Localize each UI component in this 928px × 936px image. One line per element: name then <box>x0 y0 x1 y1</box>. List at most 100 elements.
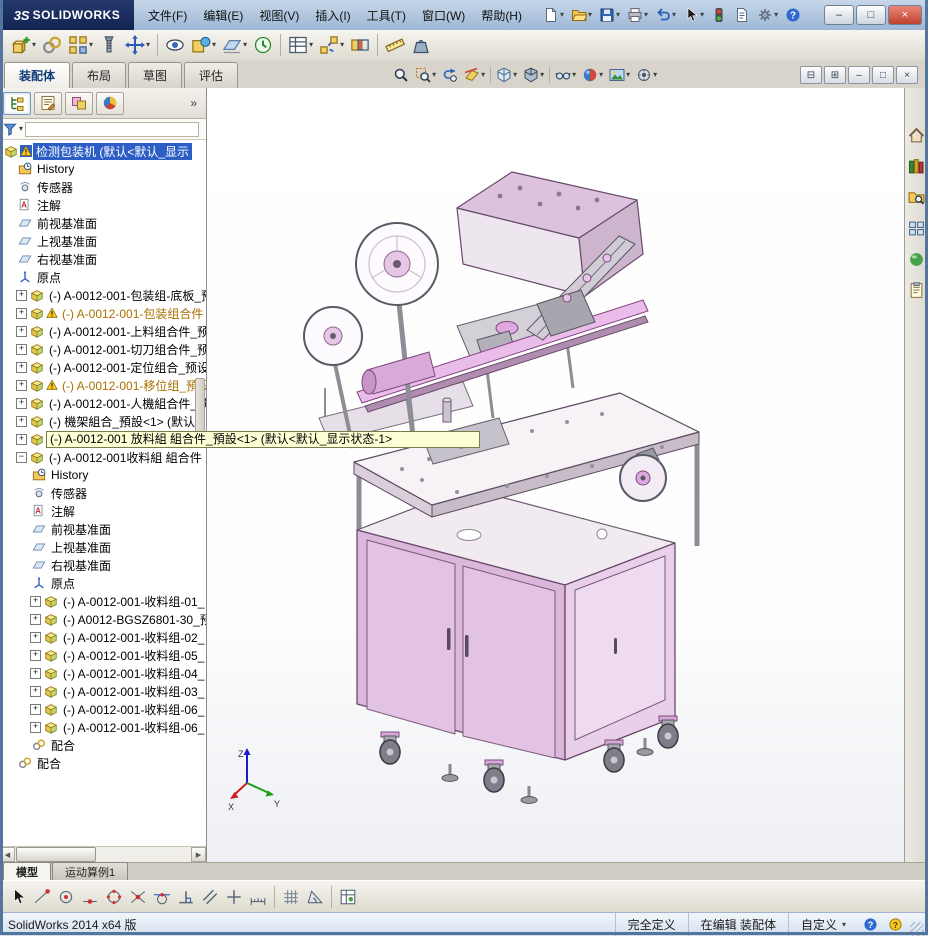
linear-component-pattern-button[interactable]: ▾ <box>65 32 96 58</box>
zoom-fit-button[interactable] <box>390 64 412 86</box>
tree-row[interactable]: +(-) A-0012-001-定位组合_预设 <box>0 358 206 376</box>
tree-row[interactable]: 传感器 <box>0 178 206 196</box>
tree-row[interactable]: +(-) A-0012-001-收料组-04_ <box>0 664 206 682</box>
doc-minimize-button[interactable]: – <box>848 66 870 84</box>
tree-row[interactable]: History <box>0 466 206 484</box>
section-view-button[interactable]: ▾ <box>461 64 488 86</box>
status-custom-dropdown[interactable]: 自定义 ▾ <box>788 913 858 936</box>
print-button[interactable]: ▾ <box>624 4 651 26</box>
command-tab-0[interactable]: 装配体 <box>4 62 70 88</box>
view-settings-button[interactable]: ▾ <box>633 64 660 86</box>
expand-icon[interactable]: + <box>16 416 27 427</box>
tree-row[interactable]: 上视基准面 <box>0 538 206 556</box>
intersection-snap-button[interactable] <box>126 885 150 909</box>
custom-properties-button[interactable] <box>905 279 928 302</box>
command-tab-2[interactable]: 草图 <box>128 62 182 88</box>
expand-icon[interactable]: + <box>16 308 27 319</box>
propertymanager-tab[interactable] <box>34 92 62 115</box>
menu-item-3[interactable]: 插入(I) <box>307 4 358 27</box>
reference-geometry-button[interactable]: ▾ <box>219 32 250 58</box>
tree-row[interactable]: 上视基准面 <box>0 232 206 250</box>
bill-of-materials-button[interactable]: ▾ <box>285 32 316 58</box>
open-folder-button[interactable]: ▾ <box>568 4 595 26</box>
help-button[interactable]: ? <box>782 4 804 26</box>
view-palette-button[interactable] <box>905 217 928 240</box>
doc-tab-0[interactable]: 模型 <box>3 862 51 881</box>
filter-caret-icon[interactable]: ▾ <box>19 125 23 133</box>
scroll-left-arrow[interactable]: ◀ <box>0 847 15 862</box>
tree-row[interactable]: 原点 <box>0 574 206 592</box>
expand-icon[interactable]: + <box>30 596 41 607</box>
expand-icon[interactable]: + <box>16 434 27 445</box>
hide-show-items-button[interactable]: ▾ <box>552 64 579 86</box>
menu-item-6[interactable]: 帮助(H) <box>473 4 530 27</box>
tree-row[interactable]: A注解 <box>0 502 206 520</box>
interference-detection-button[interactable] <box>347 32 373 58</box>
file-explorer-button[interactable] <box>905 186 928 209</box>
tree-row[interactable]: 前视基准面 <box>0 214 206 232</box>
perpendicular-snap-button[interactable] <box>174 885 198 909</box>
expand-icon[interactable]: + <box>16 326 27 337</box>
command-tab-3[interactable]: 评估 <box>184 62 238 88</box>
configurationmanager-tab[interactable] <box>65 92 93 115</box>
measure-button[interactable] <box>382 32 408 58</box>
menu-item-1[interactable]: 编辑(E) <box>195 4 251 27</box>
insert-component-button[interactable]: ▾ <box>8 32 39 58</box>
expand-icon[interactable]: + <box>30 686 41 697</box>
tree-row[interactable]: +(-) 機架組合_預設<1> (默认 <box>0 412 206 430</box>
menu-item-0[interactable]: 文件(F) <box>140 4 195 27</box>
smart-fasteners-button[interactable] <box>96 32 122 58</box>
tree-row[interactable]: +(-) A-0012-001-人機組合件_预 <box>0 394 206 412</box>
doc-restore-button[interactable]: □ <box>872 66 894 84</box>
move-component-button[interactable]: ▾ <box>122 32 153 58</box>
machine-cabinet[interactable] <box>357 488 675 760</box>
tree-row[interactable]: +(-) A-0012-001-移位组_預設 <box>0 376 206 394</box>
edit-appearance-button[interactable]: ▾ <box>579 64 606 86</box>
quick-tips-icon[interactable]: ? <box>888 917 903 932</box>
home-button[interactable] <box>905 124 928 147</box>
minimize-button[interactable]: – <box>824 5 854 25</box>
tree-row[interactable]: 右视基准面 <box>0 556 206 574</box>
expand-pane-chevron[interactable]: » <box>184 95 203 111</box>
select-tool-button[interactable] <box>6 885 30 909</box>
expand-icon[interactable]: + <box>16 362 27 373</box>
machine-control-box[interactable] <box>457 172 643 296</box>
tree-row[interactable]: History <box>0 160 206 178</box>
scrollbar-thumb[interactable] <box>16 847 96 862</box>
tree-row[interactable]: +(-) A-0012-001-包装组-底板_预 <box>0 286 206 304</box>
undo-button[interactable]: ▾ <box>652 4 679 26</box>
expand-icon[interactable]: + <box>16 290 27 301</box>
file-properties-button[interactable] <box>731 4 753 26</box>
angle-snap-button[interactable] <box>303 885 327 909</box>
parallel-snap-button[interactable] <box>198 885 222 909</box>
tree-row[interactable]: 右视基准面 <box>0 250 206 268</box>
appearances-scenes-button[interactable] <box>905 248 928 271</box>
tree-row[interactable]: 配合 <box>0 736 206 754</box>
expand-icon[interactable]: + <box>16 344 27 355</box>
scroll-right-arrow[interactable]: ▶ <box>191 847 206 862</box>
save-button[interactable]: ▾ <box>596 4 623 26</box>
apply-scene-button[interactable]: ▾ <box>606 64 633 86</box>
feature-filter-input[interactable] <box>25 122 199 137</box>
tree-row[interactable]: +(-) A-0012-001-上料组合件_预 <box>0 322 206 340</box>
filter-funnel-icon[interactable] <box>3 122 17 136</box>
horizontal-vertical-snap-button[interactable] <box>222 885 246 909</box>
display-style-button[interactable]: ▾ <box>520 64 547 86</box>
tree-horizontal-scrollbar[interactable]: ◀ ▶ <box>0 846 206 862</box>
tree-row[interactable]: 检测包装机 (默认<默认_显示 <box>0 142 206 160</box>
tree-row[interactable]: 传感器 <box>0 484 206 502</box>
expand-icon[interactable]: + <box>30 722 41 733</box>
quadrant-snap-button[interactable] <box>102 885 126 909</box>
pane-split-vertical-button[interactable]: ⊞ <box>824 66 846 84</box>
tangent-snap-button[interactable] <box>150 885 174 909</box>
zoom-area-button[interactable]: ▾ <box>412 64 439 86</box>
tree-row[interactable]: +(-) A-0012-001-收料组-05_ <box>0 646 206 664</box>
view-orientation-button[interactable]: ▾ <box>493 64 520 86</box>
mass-properties-button[interactable] <box>408 32 434 58</box>
point-snap-button[interactable] <box>30 885 54 909</box>
rebuild-button[interactable] <box>708 4 730 26</box>
tree-row[interactable]: +(-) A0012-BGSZ6801-30_预 <box>0 610 206 628</box>
snap-options-button[interactable] <box>336 885 360 909</box>
tree-row[interactable]: A注解 <box>0 196 206 214</box>
center-snap-button[interactable] <box>54 885 78 909</box>
